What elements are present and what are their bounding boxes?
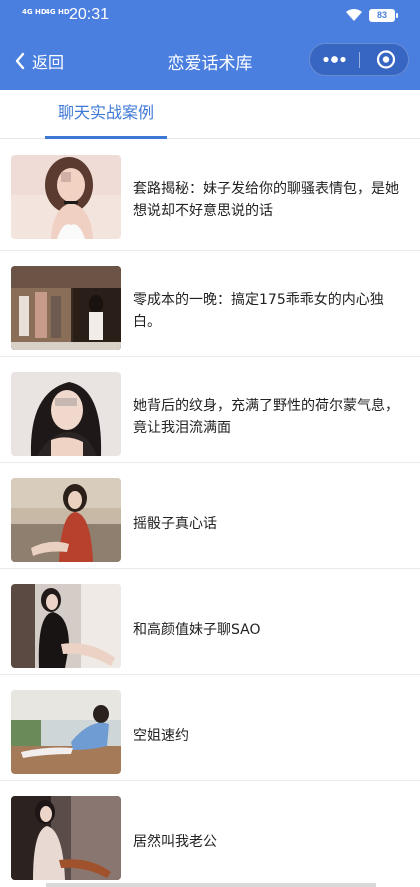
signal-label: 4G HD — [22, 8, 47, 16]
article-list: 套路揭秘：妹子发给你的聊骚表情包，是她想说却不好意思说的话 零成本的一晚：搞定1… — [0, 140, 420, 887]
tab-chat-cases[interactable]: 聊天实战案例 — [45, 90, 167, 139]
thumbnail-image — [11, 690, 121, 774]
article-title: 摇骰子真心话 — [133, 516, 217, 532]
article-title: 居然叫我老公 — [133, 834, 217, 850]
clock: 20:31 — [69, 6, 110, 23]
more-dots-icon — [323, 56, 346, 63]
target-close-icon — [376, 50, 396, 69]
list-item[interactable]: 她背后的纹身，充满了野性的荷尔蒙气息，竟让我泪流满面 — [0, 357, 420, 463]
article-title: 零成本的一晚：搞定175乖乖女的内心独白。 — [133, 292, 384, 330]
tab-bar: 聊天实战案例 — [0, 90, 420, 139]
app-header: 4G HD 4G HD 20:31 83 返回 恋爱话术库 — [0, 0, 420, 90]
list-item[interactable]: 套路揭秘：妹子发给你的聊骚表情包，是她想说却不好意思说的话 — [0, 140, 420, 251]
article-title: 和高颜值妹子聊SAO — [133, 622, 261, 638]
article-title: 套路揭秘：妹子发给你的聊骚表情包，是她想说却不好意思说的话 — [133, 181, 399, 219]
signal-indicator-2: 4G HD — [45, 9, 70, 16]
wifi-icon — [346, 8, 362, 21]
list-item[interactable]: 居然叫我老公 — [0, 781, 420, 887]
tab-label: 聊天实战案例 — [57, 103, 154, 122]
list-item[interactable]: 空姐速约 — [0, 675, 420, 781]
article-title: 她背后的纹身，充满了野性的荷尔蒙气息，竟让我泪流满面 — [133, 398, 399, 436]
thumbnail-image — [11, 372, 121, 456]
thumbnail-image — [11, 266, 121, 350]
thumbnail-image — [11, 796, 121, 880]
thumbnail-image — [11, 478, 121, 562]
article-title: 空姐速约 — [133, 728, 189, 744]
status-bar: 4G HD 4G HD 20:31 83 — [0, 0, 420, 32]
more-button[interactable] — [310, 44, 359, 75]
mini-program-capsule — [309, 43, 409, 76]
list-item[interactable]: 和高颜值妹子聊SAO — [0, 569, 420, 675]
bottom-edge — [46, 883, 376, 887]
signal-indicator-1: 4G HD — [22, 9, 47, 16]
list-item[interactable]: 摇骰子真心话 — [0, 463, 420, 569]
thumbnail-image — [11, 155, 121, 239]
list-item[interactable]: 零成本的一晚：搞定175乖乖女的内心独白。 — [0, 251, 420, 357]
signal-label: 4G HD — [45, 8, 70, 16]
thumbnail-image — [11, 584, 121, 668]
nav-bar: 返回 恋爱话术库 — [0, 32, 420, 90]
battery-indicator: 83 — [369, 9, 398, 22]
close-button[interactable] — [360, 44, 409, 75]
tab-active-underline — [45, 136, 167, 139]
